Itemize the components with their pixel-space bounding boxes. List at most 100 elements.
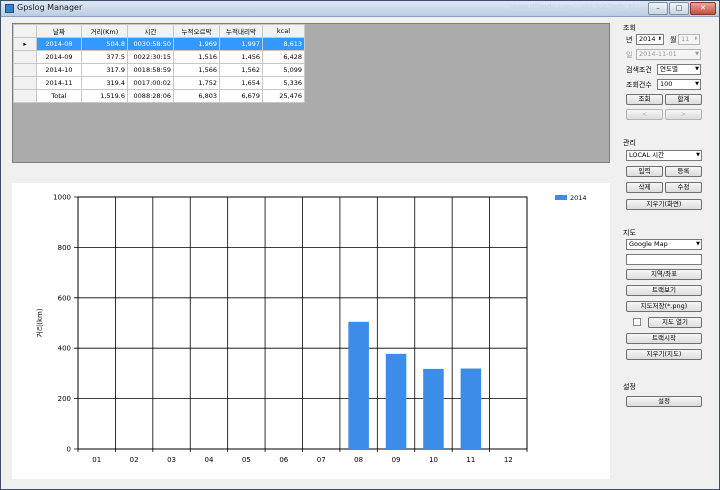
row-header[interactable] xyxy=(13,76,37,90)
y-tick-label: 0 xyxy=(67,446,71,454)
bar-10[interactable] xyxy=(423,368,444,449)
y-tick-label: 600 xyxy=(58,294,71,302)
table-cell[interactable]: 1,752 xyxy=(173,76,220,90)
table-cell[interactable]: 5,099 xyxy=(262,63,305,77)
month-spinner[interactable]: 11 ⬍ xyxy=(678,34,700,45)
table-cell[interactable]: 319.4 xyxy=(81,76,128,90)
day-date-picker[interactable]: 2014-11-01 ▼ xyxy=(636,49,701,60)
table-row[interactable]: ▸ 2014-08 504.8 0030:58:50 1,969 1,997 8,613 xyxy=(13,37,305,51)
app-window: Gpslog Manager www.dilandu.com/...plo_to… xyxy=(0,0,720,490)
region-coords-button[interactable]: 지역/좌표 xyxy=(626,269,702,280)
minimize-button[interactable]: – xyxy=(648,2,668,15)
table-cell[interactable]: 0017:00:02 xyxy=(127,76,174,90)
bar-09[interactable] xyxy=(385,353,407,449)
year-spinner[interactable]: 2014 ⬍ xyxy=(636,34,664,45)
table-cell[interactable]: 1,997 xyxy=(219,37,263,51)
close-button[interactable]: ✕ xyxy=(690,2,716,15)
x-tick-label: 04 xyxy=(204,456,213,464)
search-button[interactable]: 조회 xyxy=(626,94,663,105)
table-cell[interactable]: 2014-09 xyxy=(36,50,82,64)
table-cell[interactable]: 1,969 xyxy=(173,37,220,51)
window-title: Gpslog Manager xyxy=(17,3,83,12)
month-label: 월 xyxy=(670,36,677,44)
row-header[interactable] xyxy=(13,89,37,103)
column-header[interactable]: 누적오르막 xyxy=(173,24,220,38)
table-row[interactable]: 2014-10 317.9 0018:58:59 1,566 1,562 5,099 xyxy=(13,63,305,77)
column-header[interactable]: kcal xyxy=(262,24,305,38)
sum-button[interactable]: 합계 xyxy=(665,94,702,105)
column-header[interactable]: 누적내리막 xyxy=(219,24,263,38)
table-row[interactable]: 2014-09 377.5 0022:30:15 1,516 1,456 6,428 xyxy=(13,50,305,64)
save-map-button[interactable]: 지도저장(*.png) xyxy=(626,301,702,312)
day-label: 일 xyxy=(626,51,633,59)
condition-select[interactable]: 연도별 ▼ xyxy=(657,64,701,75)
track-view-button[interactable]: 트랙보기 xyxy=(626,285,702,296)
table-cell[interactable]: 377.5 xyxy=(81,50,128,64)
table-cell[interactable]: 2014-10 xyxy=(36,63,82,77)
bar-08[interactable] xyxy=(348,321,369,449)
bar-chart: 0 200 400 600 800 1000 01 02 03 04 05 06 07 08 09 10 11 1… xyxy=(35,194,587,465)
column-header[interactable]: 거리(Km) xyxy=(81,24,128,38)
data-grid[interactable]: 날짜 거리(Km) 시간 누적오르막 누적내리막 kcal ▸ 2014-08 50… xyxy=(12,23,610,163)
background-url-text: www.dilandu.com/...plo_top?mfo_kio... xyxy=(511,3,646,11)
table-cell[interactable]: 1,562 xyxy=(219,63,263,77)
clear-screen-button[interactable]: 지우기(화면) xyxy=(626,199,702,210)
row-header[interactable]: ▸ xyxy=(13,37,37,51)
edit-button[interactable]: 수정 xyxy=(665,182,702,193)
table-cell[interactable]: 1,519.6 xyxy=(81,89,128,103)
x-tick-label: 10 xyxy=(429,456,438,464)
table-cell[interactable]: 2014-11 xyxy=(36,76,82,90)
map-search-input[interactable] xyxy=(626,254,702,265)
table-cell[interactable]: 1,566 xyxy=(173,63,220,77)
row-header[interactable] xyxy=(13,63,37,77)
column-header[interactable]: 시간 xyxy=(127,24,174,38)
table-cell[interactable]: 0018:58:59 xyxy=(127,63,174,77)
table-cell[interactable]: 6,428 xyxy=(262,50,305,64)
x-tick-label: 12 xyxy=(504,456,513,464)
table-cell[interactable]: 1,654 xyxy=(219,76,263,90)
table-cell[interactable]: 0088:28:06 xyxy=(127,89,174,103)
table-cell[interactable]: 8,613 xyxy=(262,37,305,51)
input-button[interactable]: 입력 xyxy=(626,166,663,177)
side-panel: 조회 년 2014 ⬍ 월 11 ⬍ 일 2014-11-01 ▼ 검색조건 연도별 ▼… xyxy=(615,17,719,489)
table-cell[interactable]: 317.9 xyxy=(81,63,128,77)
table-cell[interactable]: 6,679 xyxy=(219,89,263,103)
track-start-button[interactable]: 트랙시작 xyxy=(626,333,702,344)
map-provider-select[interactable]: Google Map ▼ xyxy=(626,239,702,250)
table-cell[interactable]: 5,336 xyxy=(262,76,305,90)
count-select[interactable]: 100 ▼ xyxy=(657,79,701,90)
map-checkbox[interactable] xyxy=(633,318,641,326)
open-map-button[interactable]: 지도 열기 xyxy=(648,317,702,328)
settings-button[interactable]: 설정 xyxy=(626,396,702,407)
table-cell[interactable]: 25,476 xyxy=(262,89,305,103)
manage-section-title: 관리 xyxy=(623,139,636,147)
table-cell[interactable]: 0030:58:50 xyxy=(127,37,174,51)
maximize-button[interactable]: □ xyxy=(669,2,689,15)
table-cell[interactable]: 2014-08 xyxy=(36,37,82,51)
title-bar[interactable]: Gpslog Manager www.dilandu.com/...plo_to… xyxy=(1,1,719,17)
table-cell[interactable]: 1,456 xyxy=(219,50,263,64)
row-header[interactable] xyxy=(13,50,37,64)
column-header[interactable]: 날짜 xyxy=(36,24,82,38)
delete-button[interactable]: 삭제 xyxy=(626,182,663,193)
next-button[interactable]: > xyxy=(665,109,702,120)
bar-11[interactable] xyxy=(460,368,482,449)
table-row[interactable]: Total 1,519.6 0088:28:06 6,803 6,679 25,476 xyxy=(13,89,305,103)
x-tick-label: 06 xyxy=(279,456,288,464)
table-cell[interactable]: 6,803 xyxy=(173,89,220,103)
table-row[interactable]: 2014-11 319.4 0017:00:02 1,752 1,654 5,336 xyxy=(13,76,305,90)
chevron-down-icon: ▼ xyxy=(696,152,700,158)
table-cell[interactable]: 504.8 xyxy=(81,37,128,51)
clear-map-button[interactable]: 지우기(지도) xyxy=(626,349,702,360)
spinner-icon: ⬍ xyxy=(657,36,662,42)
table-cell[interactable]: 1,516 xyxy=(173,50,220,64)
table-cell[interactable]: Total xyxy=(36,89,82,103)
time-mode-select[interactable]: LOCAL 시간 ▼ xyxy=(626,150,702,161)
prev-button[interactable]: < xyxy=(626,109,663,120)
chevron-down-icon: ▼ xyxy=(695,66,699,72)
table-cell[interactable]: 0022:30:15 xyxy=(127,50,174,64)
spinner-icon: ⬍ xyxy=(693,36,698,42)
chevron-down-icon: ▼ xyxy=(696,241,700,247)
register-button[interactable]: 등록 xyxy=(665,166,702,177)
query-section-title: 조회 xyxy=(623,24,636,32)
